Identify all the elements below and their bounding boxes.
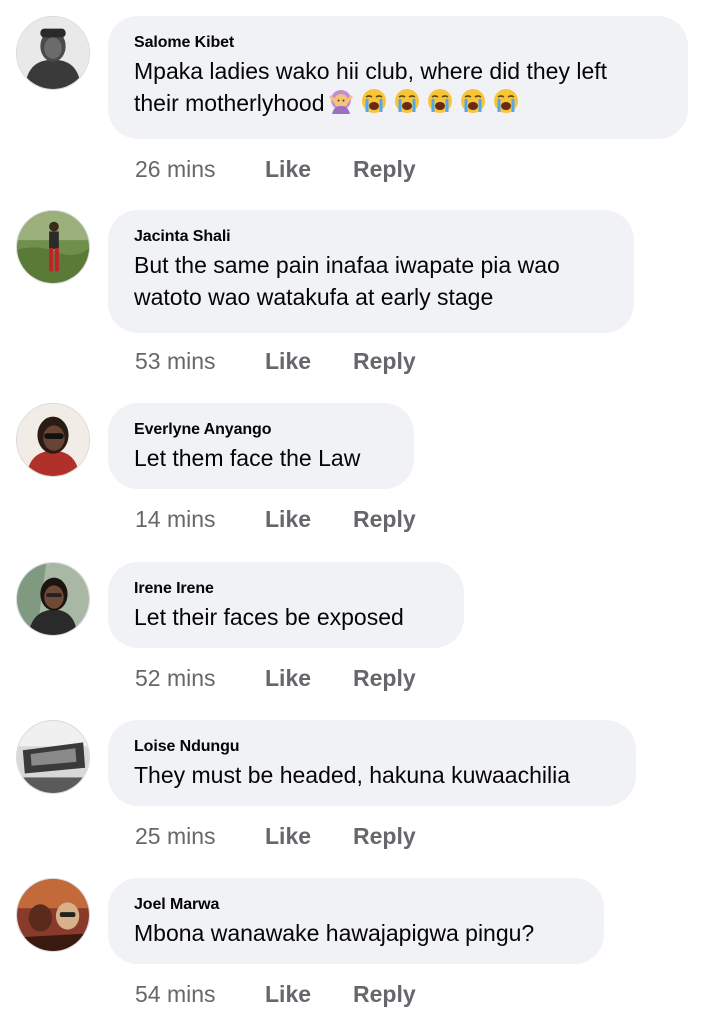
comment-bubble: Everlyne Anyango Let them face the Law <box>108 403 414 489</box>
comment-text-line: their motherlyhood <box>134 87 662 119</box>
comment-author[interactable]: Salome Kibet <box>134 33 662 53</box>
comment-text-line: But the same pain inafaa iwapate pia wao <box>134 252 560 278</box>
loudly-crying-face-emoji <box>492 87 520 115</box>
like-button[interactable]: Like <box>265 979 311 1009</box>
comment-timestamp[interactable]: 14 mins <box>135 504 216 534</box>
like-button[interactable]: Like <box>265 154 311 184</box>
comment-author[interactable]: Joel Marwa <box>134 895 578 915</box>
profile-photo <box>17 17 89 89</box>
reply-button[interactable]: Reply <box>353 346 416 376</box>
comment-bubble: Irene Irene Let their faces be exposed <box>108 562 464 648</box>
comment-author[interactable]: Everlyne Anyango <box>134 420 388 440</box>
loudly-crying-face-emoji <box>459 87 487 115</box>
avatar[interactable] <box>16 878 90 952</box>
comment-text: Mbona wanawake hawajapigwa pingu? <box>134 917 578 949</box>
comment-text-line: They must be headed, hakuna kuwaachilia <box>134 762 571 788</box>
comment-text-line: Let their faces be exposed <box>134 604 404 630</box>
loudly-crying-face-emoji <box>426 87 454 115</box>
avatar[interactable] <box>16 562 90 636</box>
avatar[interactable] <box>16 403 90 477</box>
comment-timestamp[interactable]: 54 mins <box>135 979 216 1009</box>
comment-text-line: Mbona wanawake hawajapigwa pingu? <box>134 920 535 946</box>
like-button[interactable]: Like <box>265 821 311 851</box>
avatar[interactable] <box>16 210 90 284</box>
reply-button[interactable]: Reply <box>353 821 416 851</box>
comment-timestamp[interactable]: 26 mins <box>135 154 216 184</box>
comment-author[interactable]: Jacinta Shali <box>134 227 608 247</box>
like-button[interactable]: Like <box>265 346 311 376</box>
comment-bubble: Loise Ndungu They must be headed, hakuna… <box>108 720 636 806</box>
like-button[interactable]: Like <box>265 504 311 534</box>
comment-timestamp[interactable]: 52 mins <box>135 663 216 693</box>
comment-text: Let their faces be exposed <box>134 601 438 633</box>
profile-photo <box>17 721 89 793</box>
loudly-crying-face-emoji <box>393 87 421 115</box>
comment-author[interactable]: Irene Irene <box>134 579 438 599</box>
comment-text-line: Let them face the Law <box>134 445 361 471</box>
reply-button[interactable]: Reply <box>353 663 416 693</box>
like-button[interactable]: Like <box>265 663 311 693</box>
comment-text-line: Mpaka ladies wako hii club, where did th… <box>134 58 608 84</box>
comment-text: They must be headed, hakuna kuwaachilia <box>134 759 610 791</box>
loudly-crying-face-emoji <box>360 87 388 115</box>
comment-text: Mpaka ladies wako hii club, where did th… <box>134 55 662 119</box>
comment-bubble: Jacinta Shali But the same pain inafaa i… <box>108 210 634 333</box>
comment-text: But the same pain inafaa iwapate pia wao… <box>134 249 608 313</box>
avatar[interactable] <box>16 16 90 90</box>
emoji-group <box>327 87 520 115</box>
comment-text-line: watoto wao watakufa at early stage <box>134 284 494 310</box>
comment-author[interactable]: Loise Ndungu <box>134 737 610 757</box>
profile-photo <box>17 404 89 476</box>
profile-photo <box>17 563 89 635</box>
woman-gesturing-no-emoji <box>327 87 355 115</box>
avatar[interactable] <box>16 720 90 794</box>
comment-text-fragment: their motherlyhood <box>134 90 325 116</box>
reply-button[interactable]: Reply <box>353 154 416 184</box>
profile-photo <box>17 879 89 951</box>
reply-button[interactable]: Reply <box>353 979 416 1009</box>
comment-text: Let them face the Law <box>134 442 388 474</box>
comment-timestamp[interactable]: 53 mins <box>135 346 216 376</box>
profile-photo <box>17 211 89 283</box>
reply-button[interactable]: Reply <box>353 504 416 534</box>
comment-bubble: Joel Marwa Mbona wanawake hawajapigwa pi… <box>108 878 604 964</box>
comment-timestamp[interactable]: 25 mins <box>135 821 216 851</box>
comment-bubble: Salome Kibet Mpaka ladies wako hii club,… <box>108 16 688 139</box>
